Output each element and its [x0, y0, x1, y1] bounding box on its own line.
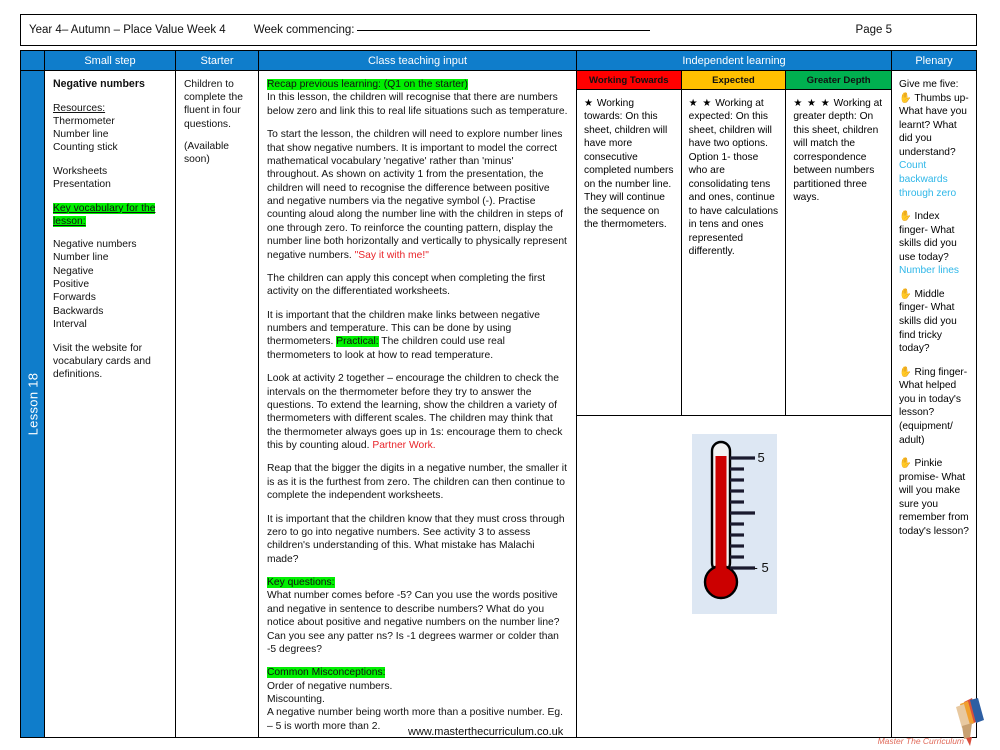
- teaching-paragraph-4: It is important that the children make l…: [267, 309, 541, 361]
- lesson-spine-cell: Lesson 18: [21, 71, 45, 737]
- teaching-paragraph-3: The children can apply this concept when…: [267, 272, 546, 298]
- recap-heading: Recap previous learning: (Q1 on the star…: [267, 79, 468, 90]
- plenary-item-ring-finger: ✋ Ring finger- What helped you in today'…: [899, 366, 968, 446]
- level-header-expected: Expected: [681, 71, 786, 90]
- practical-label: Practical:: [336, 336, 379, 348]
- misconceptions-block: Common Misconceptions: Order of negative…: [267, 666, 568, 733]
- plenary-answer: Count backwards through zero: [899, 160, 957, 199]
- level-text-expected: On this sheet, children will have two op…: [688, 111, 779, 257]
- hand-icon: ✋: [899, 366, 912, 378]
- list-item: Presentation: [53, 179, 111, 191]
- table-header-row: Small step Starter Class teaching input …: [20, 50, 977, 70]
- key-questions-block: Key questions: What number comes before …: [267, 576, 568, 656]
- column-header-starter: Starter: [176, 51, 259, 70]
- key-questions-text: What number comes before -5? Can you use…: [267, 590, 560, 655]
- list-item: Negative: [53, 265, 94, 277]
- hand-icon: ✋: [899, 458, 912, 470]
- independent-column-working-towards: Working Towards ★ Working towards: On th…: [577, 71, 682, 415]
- star-rating-icon: ★: [584, 98, 594, 109]
- small-step-title: Negative numbers: [53, 78, 145, 90]
- teaching-paragraph-5: Look at activity 2 together – encourage …: [267, 373, 563, 451]
- teaching-paragraph-6: Reap that the bigger the digits in a neg…: [267, 463, 567, 502]
- star-rating-icon: ★ ★: [688, 98, 713, 109]
- level-body-greater-depth: ★ ★ ★ Working at greater depth: On this …: [786, 90, 891, 415]
- list-item: Backwards: [53, 305, 104, 317]
- plenary-item-thumbs-up: ✋ Thumbs up- What have you learnt? What …: [899, 92, 969, 199]
- week-commencing-label: Week commencing:: [254, 24, 651, 36]
- starter-note: (Available soon): [184, 140, 230, 165]
- level-body-working-towards: ★ Working towards: On this sheet, childr…: [577, 90, 681, 415]
- list-item: Interval: [53, 319, 87, 331]
- list-item: Forwards: [53, 292, 96, 304]
- list-item: Worksheets: [53, 165, 108, 177]
- column-header-plenary: Plenary: [892, 51, 976, 70]
- star-rating-icon: ★ ★ ★: [793, 98, 831, 109]
- lesson-spine-label: Lesson 18: [25, 372, 40, 436]
- thermometer-illustration: 5 - 5: [691, 434, 777, 614]
- list-item: Negative numbers: [53, 238, 137, 250]
- recap-block: Recap previous learning: (Q1 on the star…: [267, 78, 568, 118]
- column-header-class-teaching-input: Class teaching input: [259, 51, 577, 70]
- starter-text: Children to complete the fluent in four …: [184, 79, 243, 130]
- independent-column-greater-depth: Greater Depth ★ ★ ★ Working at greater d…: [786, 71, 891, 415]
- list-item: Thermometer: [53, 115, 115, 127]
- class-teaching-input-cell: Recap previous learning: (Q1 on the star…: [259, 71, 577, 737]
- lesson-spine: Lesson 18: [21, 71, 44, 737]
- materials-list: Worksheets Presentation: [53, 165, 167, 192]
- column-header-small-step: Small step: [45, 51, 176, 70]
- lesson-plan-page: Year 4– Autumn – Place Value Week 4 Week…: [0, 0, 1000, 750]
- brand-logo-text: Master The Curriculum: [877, 736, 964, 746]
- teaching-paragraph-7: It is important that the children know t…: [267, 513, 565, 565]
- hand-icon: ✋: [899, 92, 912, 104]
- independent-levels-row: Working Towards ★ Working towards: On th…: [577, 71, 891, 416]
- level-header-greater-depth: Greater Depth: [786, 71, 891, 90]
- plenary-cell: Give me five: ✋ Thumbs up- What have you…: [892, 71, 976, 737]
- thermometer-bottom-label: - 5: [753, 560, 769, 575]
- page-number: Page 5: [855, 24, 892, 36]
- hand-icon: ✋: [899, 288, 912, 300]
- page-title: Year 4– Autumn – Place Value Week 4: [29, 24, 226, 36]
- misconceptions-heading: Common Misconceptions:: [267, 667, 386, 679]
- column-header-independent-learning: Independent learning: [577, 51, 892, 70]
- teaching-paragraph-2: To start the lesson, the children will n…: [267, 129, 567, 261]
- vocabulary-list: Negative numbers Number line Negative Po…: [53, 238, 167, 332]
- vocabulary-footer-note: Visit the website for vocabulary cards a…: [53, 342, 151, 380]
- independent-learning-cell: Working Towards ★ Working towards: On th…: [577, 71, 892, 737]
- list-item: Positive: [53, 279, 90, 291]
- key-vocabulary-heading: Key vocabulary for the lesson:: [53, 202, 156, 227]
- small-step-cell: Negative numbers Resources: Thermometer …: [45, 71, 176, 737]
- plenary-item-middle-finger: ✋ Middle finger- What skills did you fin…: [899, 288, 957, 355]
- list-item: Number line: [53, 129, 109, 141]
- week-commencing-blank[interactable]: [357, 30, 651, 31]
- level-text-greater-depth: On this sheet, children will match the c…: [793, 111, 879, 204]
- partner-work-label: Partner Work.: [372, 440, 436, 451]
- list-item: Miscounting.: [267, 694, 325, 705]
- resources-label: Resources:: [53, 102, 106, 114]
- lesson-plan-table: Small step Starter Class teaching input …: [20, 50, 977, 738]
- say-it-with-me: "Say it with me!": [354, 249, 429, 261]
- recap-text: In this lesson, the children will recogn…: [267, 92, 568, 117]
- independent-illustration-area: 5 - 5: [577, 416, 891, 737]
- key-questions-heading: Key questions:: [267, 577, 335, 588]
- website-url[interactable]: www.masterthecurriculum.co.uk: [408, 726, 563, 738]
- column-header-lesson: [21, 51, 45, 70]
- plenary-item-pinkie-promise: ✋ Pinkie promise- What will you make sur…: [899, 458, 969, 537]
- level-body-expected: ★ ★ Working at expected: On this sheet, …: [682, 90, 786, 415]
- list-item: Number line: [53, 252, 109, 264]
- plenary-intro: Give me five:: [899, 79, 959, 90]
- plenary-item-index-finger: ✋ Index finger- What skills did you use …: [899, 211, 960, 277]
- thermometer-top-label: 5: [757, 450, 765, 465]
- plenary-answer: Number lines: [899, 265, 960, 277]
- list-item: Counting stick: [53, 142, 118, 154]
- independent-column-expected: Expected ★ ★ Working at expected: On thi…: [681, 71, 787, 415]
- page-header-strip: Year 4– Autumn – Place Value Week 4 Week…: [20, 14, 977, 46]
- level-header-working-towards: Working Towards: [577, 71, 681, 90]
- table-body-row: Lesson 18 Negative numbers Resources: Th…: [20, 70, 977, 738]
- level-text-working-towards: On this sheet, children will have more c…: [584, 111, 674, 231]
- starter-cell: Children to complete the fluent in four …: [176, 71, 259, 737]
- hand-icon: ✋: [899, 211, 912, 223]
- resources-list: Thermometer Number line Counting stick: [53, 115, 167, 155]
- list-item: Order of negative numbers.: [267, 680, 393, 692]
